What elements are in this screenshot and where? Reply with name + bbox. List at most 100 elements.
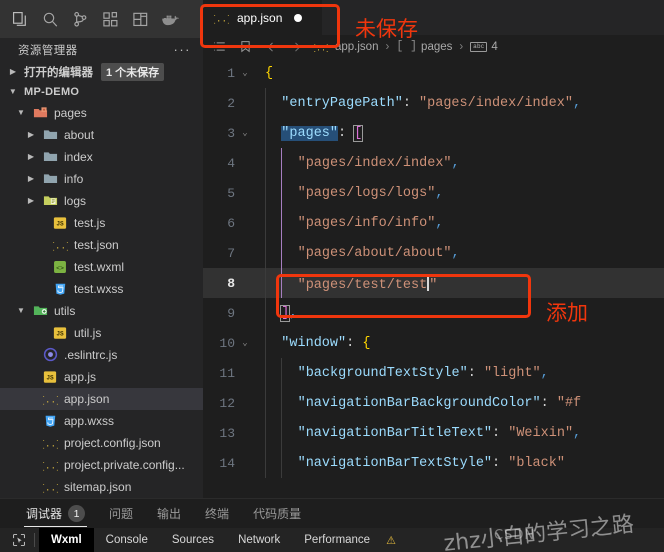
svg-text:{..}: {..} [43,461,58,472]
tree-item-info[interactable]: ▶ info [0,168,203,190]
layout-icon[interactable] [126,4,154,34]
arrow-right-icon[interactable] [287,37,307,57]
code-line-6[interactable]: 6 "pages/info/info", [203,208,664,238]
tree-item-project-private-config-[interactable]: {..} project.private.config... [0,454,203,476]
code-token: , [451,155,460,171]
explorer-icon[interactable] [6,4,34,34]
devtools-tab-wxml[interactable]: Wxml [39,528,94,552]
tree-item-index[interactable]: ▶ index [0,146,203,168]
sidebar-more-button[interactable]: ··· [174,42,192,57]
open-editors-section[interactable]: ▶ 打开的编辑器 1 个未保存 [0,62,203,82]
tree-item-utils[interactable]: ▼ utils [0,300,203,322]
chevron-right-icon[interactable]: ▶ [24,130,38,139]
code-text: ], [253,304,298,322]
indent-guide [281,208,283,238]
code-text: "pages/about/about", [253,246,460,261]
breadcrumb-item-index[interactable]: abc 4 [470,41,498,53]
code-token: "navigationBarTextStyle" [297,455,493,471]
tree-item-test-wxss[interactable]: test.wxss [0,278,203,300]
chevron-down-icon[interactable]: ▼ [14,306,28,315]
indent-guide [265,358,266,388]
indent-guide [281,148,283,178]
tree-item-test-js[interactable]: JS test.js [0,212,203,234]
code-token: : [467,365,484,381]
warning-icon[interactable]: ⚠ [386,534,396,547]
tree-item-app-js[interactable]: JS app.js [0,366,203,388]
code-token: "pages/index/index" [297,155,452,171]
code-line-14[interactable]: 14 "navigationBarTextStyle": "black" [203,448,664,478]
line-number: 11 [219,365,235,381]
code-line-11[interactable]: 11 "backgroundTextStyle": "light", [203,358,664,388]
devtools-tab-sources[interactable]: Sources [160,528,226,552]
indent-guide [265,298,266,328]
line-number: 5 [227,185,235,201]
code-line-5[interactable]: 5 "pages/logs/logs", [203,178,664,208]
fold-chevron-icon[interactable]: ⌄ [237,68,253,78]
breadcrumb-bar: {..} app.json › [ ] pages › abc 4 [203,35,664,58]
panel-tab-0[interactable]: 调试器 1 [14,499,97,529]
watermark-overlay: CSDN [494,528,536,543]
indent-guide [281,418,283,448]
chevron-down-icon[interactable]: ▼ [6,87,20,96]
tree-item-label: logs [64,193,87,208]
code-content[interactable]: 1 ⌄{2 "entryPagePath": "pages/index/index"… [203,58,664,478]
fold-chevron-icon[interactable]: ⌄ [237,128,253,138]
panel-tab-count-badge: 1 [68,505,86,522]
extensions-icon[interactable] [96,4,124,34]
arrow-left-icon[interactable] [261,37,281,57]
tree-item-app-wxss[interactable]: app.wxss [0,410,203,432]
tree-item-sitemap-json[interactable]: {..} sitemap.json [0,476,203,498]
panel-tab-4[interactable]: 代码质量 [241,499,313,529]
search-icon[interactable] [36,4,64,34]
devtools-tab-console[interactable]: Console [94,528,160,552]
code-line-13[interactable]: 13 "navigationBarTitleText": "Weixin", [203,418,664,448]
tab-app-json[interactable]: {..} app.json [203,0,323,35]
code-editor[interactable]: 1 ⌄{2 "entryPagePath": "pages/index/index"… [203,58,664,498]
code-token: { [362,335,371,351]
svg-text:{..}: {..} [43,395,58,406]
tree-item-test-json[interactable]: {..} test.json [0,234,203,256]
tree-item-util-js[interactable]: JS util.js [0,322,203,344]
tree-item-about[interactable]: ▶ about [0,124,203,146]
code-line-7[interactable]: 7 "pages/about/about", [203,238,664,268]
tree-item-pages[interactable]: ▼ pages [0,102,203,124]
code-line-10[interactable]: 10 ⌄ "window": { [203,328,664,358]
code-line-2[interactable]: 2 "entryPagePath": "pages/index/index", [203,88,664,118]
inspect-element-icon[interactable] [8,530,30,550]
tree-item-app-json[interactable]: {..} app.json [0,387,203,410]
chevron-right-icon[interactable]: ▶ [6,67,20,76]
devtools-tab-performance[interactable]: Performance [292,528,382,552]
indent-guide [265,448,266,478]
devtools-tab-network[interactable]: Network [226,528,292,552]
unsaved-dot-icon[interactable] [294,13,303,22]
chevron-right-icon[interactable]: ▶ [24,196,38,205]
code-line-12[interactable]: 12 "navigationBarBackgroundColor": "#f [203,388,664,418]
left-column: 资源管理器 ··· ▶ 打开的编辑器 1 个未保存 ▼ MP-DEMO ▼ pag… [0,0,203,498]
json-icon: {..} [42,391,58,407]
code-token: "pages/info/info" [297,215,436,231]
docker-icon[interactable] [156,4,184,34]
panel-tab-1[interactable]: 问题 [97,499,145,529]
line-number: 7 [227,245,235,261]
chevron-right-icon[interactable]: ▶ [24,152,38,161]
tree-item-project-config-json[interactable]: {..} project.config.json [0,432,203,454]
tree-item--eslintrc-js[interactable]: .eslintrc.js [0,344,203,366]
chevron-right-icon[interactable]: ▶ [24,174,38,183]
tree-item-logs[interactable]: ▶ logs [0,190,203,212]
code-line-4[interactable]: 4 "pages/index/index", [203,148,664,178]
code-line-3[interactable]: 3 ⌄ "pages": [ [203,118,664,148]
fold-chevron-icon[interactable]: ⌄ [237,338,253,348]
code-line-1[interactable]: 1 ⌄ { [203,58,664,88]
panel-tab-3[interactable]: 终端 [193,499,241,529]
code-line-8[interactable]: 8 "pages/test/test " [203,268,664,298]
code-line-9[interactable]: 9], [203,298,664,328]
svg-text:{..}: {..} [43,483,58,494]
bookmark-icon[interactable] [235,37,255,57]
panel-tab-2[interactable]: 输出 [145,499,193,529]
indent-guide [281,238,283,268]
list-icon[interactable] [209,37,229,57]
project-root-row[interactable]: ▼ MP-DEMO [0,82,203,102]
tree-item-test-wxml[interactable]: <> test.wxml [0,256,203,278]
chevron-down-icon[interactable]: ▼ [14,108,28,117]
source-control-icon[interactable] [66,4,94,34]
